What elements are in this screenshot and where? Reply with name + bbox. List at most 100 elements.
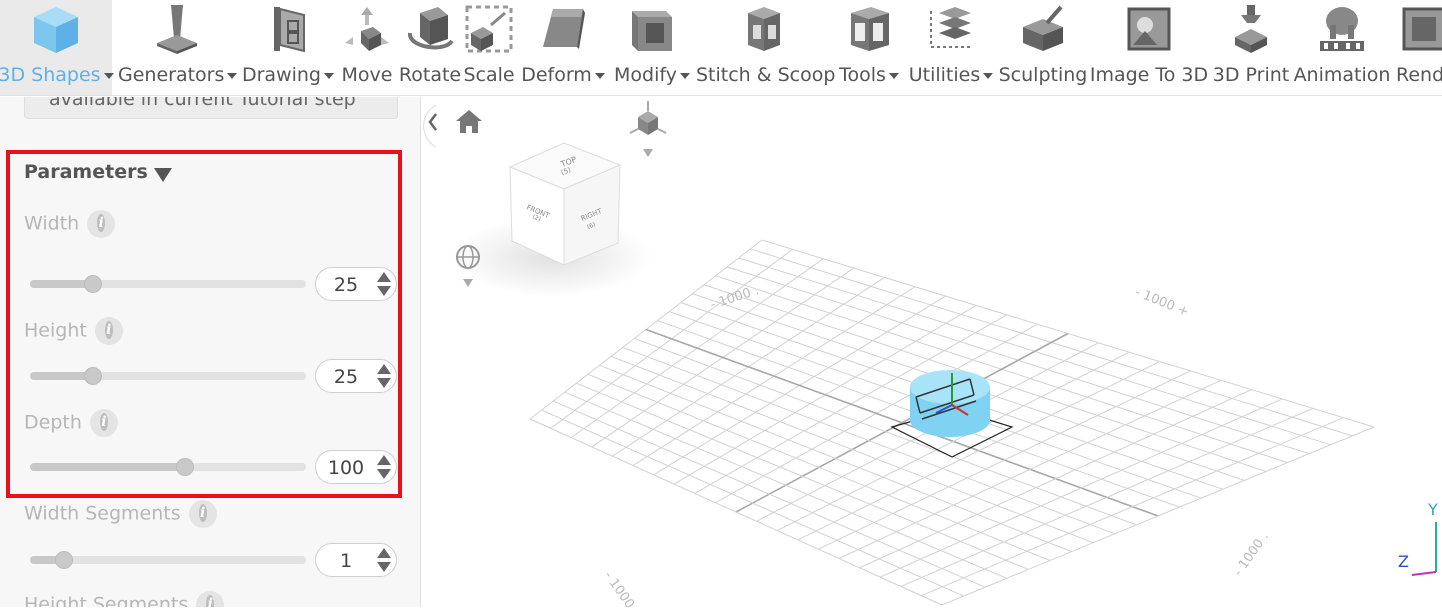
info-icon[interactable] — [188, 500, 217, 528]
chevron-down-icon — [594, 72, 605, 79]
info-icon[interactable] — [87, 210, 116, 238]
grid-label: - 1000 + — [1133, 285, 1191, 320]
tool-image-to-3d[interactable]: Image To 3D — [1088, 0, 1210, 95]
arrow-up-icon[interactable] — [377, 272, 391, 282]
tool-stitch-scoop[interactable]: Stitch & Scoop — [696, 0, 836, 95]
selected-shape[interactable] — [890, 370, 1014, 458]
tool-label: Tools — [839, 64, 886, 86]
tool-label: 3D Print — [1212, 64, 1290, 86]
tutorial-note-text: available in current Tutorial step — [49, 97, 356, 110]
stepper-value[interactable]: 100 — [316, 457, 376, 479]
arrow-down-icon[interactable] — [377, 378, 391, 388]
utilities-icon — [930, 7, 971, 48]
param-label: Height — [24, 319, 87, 342]
tool-label: Stitch & Scoop — [696, 64, 836, 86]
height-stepper[interactable]: 25 — [315, 359, 397, 393]
tool-rotate[interactable]: Rotate — [398, 0, 462, 95]
parameters-panel: available in current Tutorial step Param… — [0, 97, 421, 607]
chevron-down-icon — [983, 72, 994, 79]
rotate-icon — [408, 7, 454, 50]
tool-tools[interactable]: Tools — [834, 0, 904, 95]
tool-utilities[interactable]: Utilities — [906, 0, 996, 95]
width-segments-param: Width Segments — [24, 500, 217, 528]
tool-label: Move — [341, 64, 393, 86]
tool-label: Sculpting — [998, 64, 1088, 86]
slider-fill — [30, 463, 185, 471]
scene-svg: TOP (5) FRONT (2) RIGHT (6) - 1000 . - 1… — [423, 101, 1438, 611]
chevron-down-icon — [227, 72, 238, 79]
3d-viewport[interactable]: TOP (5) FRONT (2) RIGHT (6) - 1000 . - 1… — [422, 97, 1442, 611]
tool-render[interactable]: Render — [1394, 0, 1442, 95]
image-to-3d-icon — [1127, 7, 1171, 51]
tool-label: Generators — [118, 64, 225, 86]
camera-orient-icon[interactable] — [629, 101, 667, 135]
depth-stepper[interactable]: 100 — [315, 450, 397, 484]
home-icon[interactable] — [456, 110, 482, 133]
tool-drawing[interactable]: Drawing — [240, 0, 336, 95]
grid-line — [529, 418, 943, 606]
parameters-title[interactable]: Parameters — [24, 161, 148, 183]
tool-animation[interactable]: Animation — [1292, 0, 1392, 95]
chevron-down-icon — [324, 72, 334, 79]
stepper-value[interactable]: 25 — [316, 274, 376, 296]
tool-move[interactable]: Move — [338, 0, 396, 95]
param-label: Width — [24, 212, 80, 235]
info-icon[interactable] — [94, 317, 123, 345]
cube-icon — [34, 7, 78, 53]
stitch-scoop-icon — [748, 7, 780, 51]
info-icon[interactable] — [89, 409, 118, 437]
grid-line — [921, 417, 1344, 597]
tool-modify[interactable]: Modify — [610, 0, 694, 95]
tutorial-note: available in current Tutorial step — [24, 97, 398, 119]
stepper-value[interactable]: 1 — [316, 550, 376, 572]
slider-thumb[interactable] — [55, 551, 73, 569]
drawing-icon — [274, 7, 305, 53]
arrow-down-icon[interactable] — [377, 469, 391, 479]
tool-generators[interactable]: Generators — [118, 0, 238, 95]
width-stepper[interactable]: 25 — [315, 267, 397, 301]
height-segments-param: Height Segments — [24, 591, 225, 607]
tool-label: Drawing — [241, 64, 321, 86]
width-segments-stepper[interactable]: 1 — [315, 543, 397, 577]
tool-label: Render — [1396, 64, 1442, 86]
height-slider[interactable] — [30, 367, 306, 385]
arrow-down-icon[interactable] — [377, 286, 391, 296]
tool-3d-shapes[interactable]: 3D Shapes — [0, 0, 114, 95]
slider-thumb[interactable] — [84, 275, 103, 293]
view-cube[interactable]: TOP (5) FRONT (2) RIGHT (6) — [508, 142, 622, 266]
arrow-down-icon[interactable] — [377, 562, 391, 572]
tool-label: Rotate — [398, 64, 462, 86]
tool-label: Deform — [521, 64, 592, 86]
width-slider[interactable] — [30, 275, 306, 293]
grid-label: - 1000 . — [601, 569, 642, 607]
move-icon — [345, 7, 389, 51]
depth-slider[interactable] — [30, 458, 306, 476]
tool-3d-print[interactable]: 3D Print — [1210, 0, 1292, 95]
tool-label: Scale — [463, 64, 515, 86]
chevron-down-icon[interactable] — [643, 149, 653, 157]
sculpting-icon — [1023, 5, 1063, 51]
tool-sculpting[interactable]: Sculpting — [998, 0, 1088, 95]
tool-deform[interactable]: Deform — [518, 0, 608, 95]
tool-label: Utilities — [908, 64, 981, 86]
height-param: Height — [24, 317, 123, 345]
axis-gizmo: Y Z — [1398, 500, 1438, 576]
param-label: Width Segments — [24, 502, 181, 525]
arrow-up-icon[interactable] — [377, 548, 391, 558]
tool-label: 3D Shapes — [0, 64, 101, 86]
animation-icon — [1320, 7, 1364, 51]
width-segments-slider[interactable] — [30, 551, 306, 569]
axis-y-label: Y — [1427, 500, 1438, 519]
info-icon[interactable] — [196, 591, 225, 607]
arrow-up-icon[interactable] — [377, 455, 391, 465]
slider-thumb[interactable] — [84, 367, 103, 385]
chevron-down-icon[interactable] — [463, 279, 473, 287]
slider-thumb[interactable] — [176, 458, 194, 476]
stepper-value[interactable]: 25 — [316, 366, 376, 388]
collapse-triangle-icon[interactable] — [154, 168, 172, 182]
arrow-up-icon[interactable] — [377, 364, 391, 374]
render-icon — [1402, 7, 1442, 51]
depth-param: Depth — [24, 409, 118, 437]
tool-scale[interactable]: Scale — [462, 0, 516, 95]
chevron-down-icon — [103, 72, 114, 79]
